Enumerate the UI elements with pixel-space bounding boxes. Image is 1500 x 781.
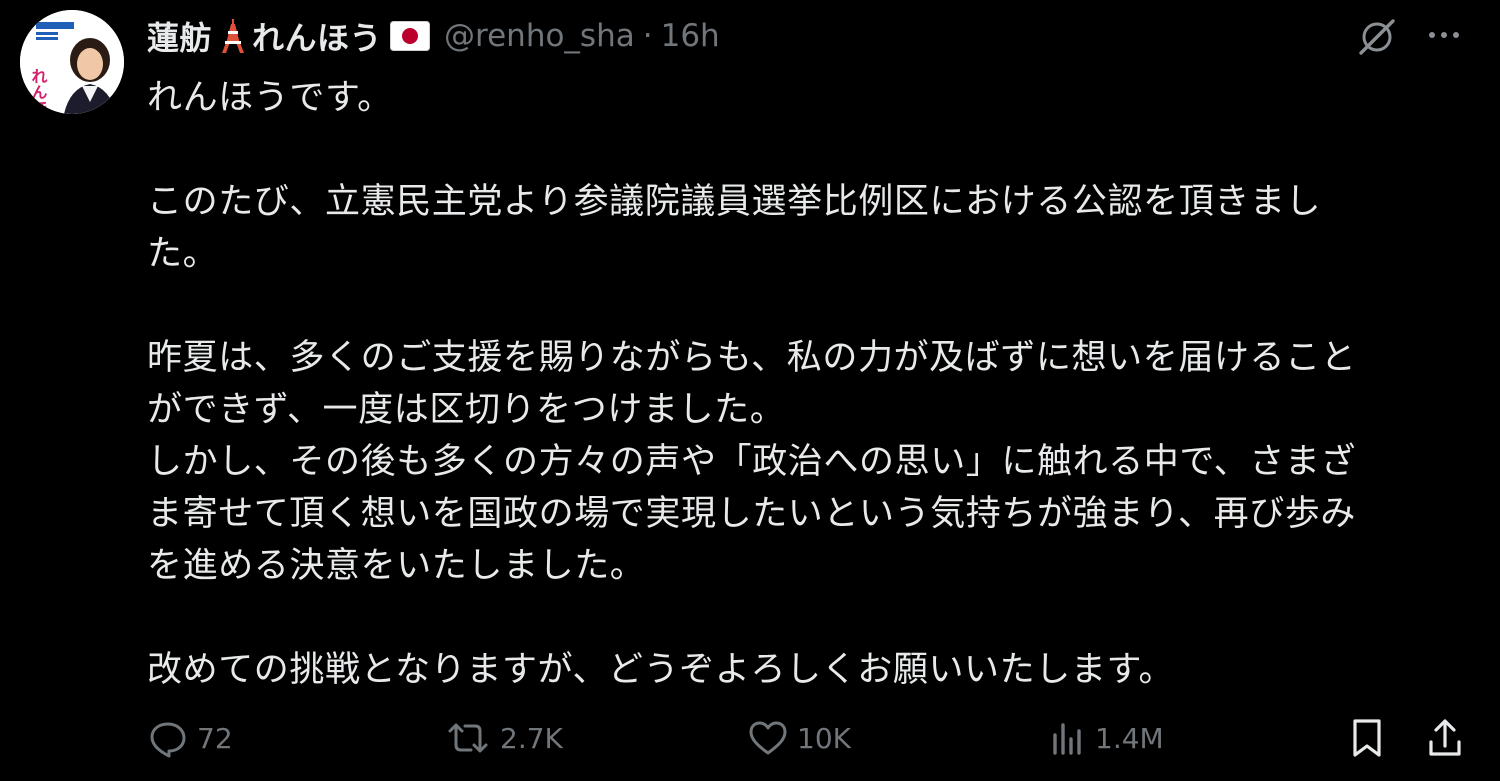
more-icon[interactable] <box>1424 20 1464 54</box>
timestamp[interactable]: 16h <box>661 18 720 54</box>
action-bar: 72 2.7K 10K 1.4M <box>147 708 1467 768</box>
display-name[interactable]: 蓮舫 <box>147 13 212 59</box>
separator-dot: · <box>642 18 653 54</box>
repost-count: 2.7K <box>500 721 563 755</box>
share-button[interactable] <box>1425 708 1465 768</box>
author-handle[interactable]: @renho_sha <box>444 18 635 54</box>
analytics-icon <box>1053 723 1081 755</box>
display-name-suffix[interactable]: れんほう <box>252 13 382 59</box>
repost-icon <box>448 723 488 753</box>
profile-photo-icon: れんほう <box>20 10 124 114</box>
like-button[interactable]: 10K <box>747 708 851 768</box>
heart-icon <box>749 721 787 755</box>
like-count: 10K <box>797 721 851 755</box>
bookmark-button[interactable] <box>1347 708 1387 768</box>
reply-icon <box>150 722 186 758</box>
japan-flag-icon <box>390 21 431 51</box>
reply-count: 72 <box>197 721 233 755</box>
tweet-line: ま寄せて頂く想いを国政の場で実現したいという気持ちが強まり、再び歩み <box>147 494 1357 534</box>
share-icon <box>1429 719 1461 756</box>
views-button[interactable]: 1.4M <box>1047 708 1164 768</box>
avatar-poster-text: れんほう <box>29 68 48 114</box>
tweet-line: ができず、一度は区切りをつけました。 <box>147 390 786 430</box>
reply-button[interactable]: 72 <box>147 708 233 768</box>
tweet-line: 改めての挑戦となりますが、どうぞよろしくお願いいたします。 <box>147 650 1175 690</box>
grok-icon[interactable] <box>1356 16 1398 62</box>
tweet-line: このたび、立憲民主党より参議院議員選挙比例区における公認を頂きまし <box>147 182 1322 222</box>
bookmark-icon <box>1353 719 1381 757</box>
tweet-line: しかし、その後も多くの方々の声や「政治への思い」に触れる中で、さまざ <box>147 442 1357 482</box>
tweet-line: れんほうです。 <box>147 78 393 118</box>
tweet-line: を進める決意をいたしました。 <box>147 546 646 586</box>
tweet-header: 蓮舫 れんほう @renho_sha · 16h <box>147 12 720 60</box>
avatar[interactable]: れんほう <box>20 10 124 114</box>
tweet-text: れんほうです。 このたび、立憲民主党より参議院議員選挙比例区における公認を頂きま… <box>147 72 1467 696</box>
tokyo-tower-icon <box>218 18 248 54</box>
views-count: 1.4M <box>1095 721 1164 755</box>
tweet-line: た。 <box>147 234 219 274</box>
tweet-line: 昨夏は、多くのご支援を賜りながらも、私の力が及ばずに想いを届けること <box>147 338 1357 378</box>
repost-button[interactable]: 2.7K <box>444 708 563 768</box>
